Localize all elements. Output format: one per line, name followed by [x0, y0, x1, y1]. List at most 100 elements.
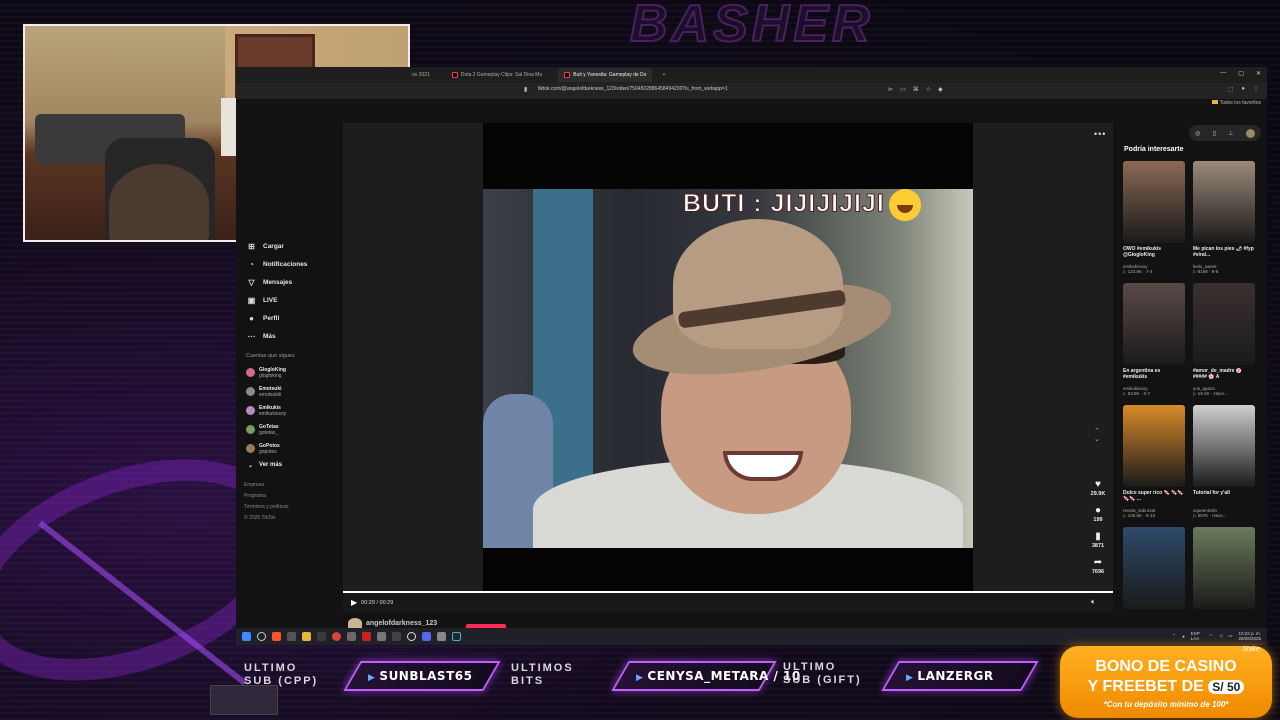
- share-icon[interactable]: ➦: [1087, 557, 1109, 569]
- last-bits-box: CENYSA_METARA / 10: [611, 661, 801, 691]
- close-button[interactable]: ✕: [1256, 70, 1261, 77]
- avatar[interactable]: [1245, 128, 1255, 138]
- translate-icon[interactable]: ⌘: [913, 86, 919, 93]
- cam-streamer-head: [109, 164, 209, 240]
- recommendation-card[interactable]: [1123, 527, 1185, 609]
- footer-link[interactable]: Programa: [244, 493, 342, 504]
- steam-icon[interactable]: [452, 632, 461, 641]
- recommendation-card[interactable]: Dulce super rico 🍬 🍬🍬🍬🍬 ... receta_sabros…: [1123, 405, 1185, 524]
- app-icon[interactable]: [377, 632, 386, 641]
- app-icon[interactable]: [437, 632, 446, 641]
- recommendation-meta: ▷ 8168 · 8-8: [1193, 269, 1219, 274]
- avatar: [348, 618, 362, 628]
- clock[interactable]: 10:22 p. m. 28/08/2025: [1238, 631, 1261, 641]
- recommendation-card[interactable]: [1193, 527, 1255, 609]
- cast-icon[interactable]: ⊳: [888, 86, 893, 93]
- recommendation-card[interactable]: En argentina es #emikukis emikukissoy ▷ 63…: [1123, 283, 1185, 402]
- following-item[interactable]: Emikukis emikukissoy: [236, 401, 342, 420]
- nav-more[interactable]: ⋯ Más: [236, 327, 342, 345]
- recommendation-card[interactable]: Me pican los pies 🌶 #fyp #viral... leslo_…: [1193, 161, 1255, 280]
- device-icon[interactable]: ▯: [1213, 130, 1216, 137]
- menu-icon[interactable]: ⋮: [1253, 86, 1259, 93]
- new-tab-button[interactable]: +: [662, 72, 665, 78]
- see-more-button[interactable]: ⌄ Ver más: [236, 458, 342, 472]
- extension-icon[interactable]: ◆: [938, 86, 943, 93]
- following-item[interactable]: GoTetas gotetas_: [236, 420, 342, 439]
- wifi-icon[interactable]: ◠: [1209, 633, 1213, 639]
- chrome-icon[interactable]: [332, 632, 341, 641]
- recommendation-thumbnail[interactable]: [1193, 283, 1255, 365]
- bookmarks-bar[interactable]: Todos los favoritos: [1211, 100, 1261, 106]
- folder-icon[interactable]: [302, 632, 311, 641]
- time-display: 00:29 / 00:29: [361, 599, 394, 606]
- recommendation-thumbnail[interactable]: [1193, 527, 1255, 609]
- video-frame[interactable]: BUTI : JIJIJIJIJI: [483, 189, 973, 548]
- nav-notifications[interactable]: ◔ Notificaciones: [236, 255, 342, 273]
- chevron-up-icon[interactable]: ⌃: [1172, 633, 1176, 639]
- browser-tab[interactable]: Dota 2 Gameplay Clips: Sal Dina Mo: [446, 68, 548, 82]
- app-icon[interactable]: [347, 632, 356, 641]
- nav-messages[interactable]: ▽ Mensajes: [236, 273, 342, 291]
- nav-live[interactable]: ▣ LIVE: [236, 291, 342, 309]
- recommendation-card[interactable]: OWO #emikukis @GlogloKing emikukissoy ▷ 12…: [1123, 161, 1185, 280]
- recommendation-thumbnail[interactable]: [1193, 405, 1255, 487]
- window-controls: — ▢ ✕: [1220, 70, 1261, 77]
- progress-bar[interactable]: [343, 591, 1113, 593]
- obs-icon[interactable]: [407, 632, 416, 641]
- casino-promo-banner[interactable]: Stake BONO DE CASINO Y FREEBET DE S/ 50 …: [1060, 646, 1272, 718]
- recommendation-thumbnail[interactable]: [1123, 283, 1185, 365]
- footer-link[interactable]: Empresa: [244, 482, 342, 493]
- mic-icon[interactable]: ●: [1182, 634, 1185, 639]
- brand-watermark: BASHER: [629, 0, 874, 54]
- windows-start-icon[interactable]: [242, 632, 251, 641]
- last-sub-gift-label: ULTIMO SUB (GIFT): [783, 661, 862, 686]
- more-options-icon[interactable]: •••: [1094, 129, 1106, 139]
- bookmark-icon[interactable]: ▮: [524, 86, 527, 93]
- screen-icon[interactable]: ▭: [900, 86, 906, 93]
- recommendation-thumbnail[interactable]: [1123, 161, 1185, 243]
- lang-indicator[interactable]: ESP LAA: [1191, 631, 1203, 641]
- battery-icon[interactable]: ▭: [1228, 633, 1232, 639]
- speaker-icon[interactable]: ◁: [1219, 633, 1222, 639]
- following-item[interactable]: Emotsuki emotsukiii: [236, 382, 342, 401]
- extensions-icon[interactable]: ⬚: [1228, 86, 1234, 93]
- brave-icon[interactable]: [272, 632, 281, 641]
- app-icon[interactable]: [362, 632, 371, 641]
- maximize-button[interactable]: ▢: [1238, 70, 1244, 77]
- minimize-button[interactable]: —: [1220, 70, 1226, 77]
- app-icon[interactable]: [287, 632, 296, 641]
- footer-link[interactable]: Términos y políticas: [244, 504, 342, 515]
- chevron-up-icon[interactable]: ⌃: [1094, 427, 1100, 435]
- coin-icon[interactable]: ◎: [1195, 130, 1200, 137]
- profile-icon[interactable]: ●: [1241, 86, 1245, 93]
- recommendation-card[interactable]: Tutorial for y'all xqueenkolin ▷ 567K · Ha…: [1193, 405, 1255, 524]
- play-icon[interactable]: ▶: [351, 598, 357, 607]
- chevron-down-icon[interactable]: ⌄: [1094, 435, 1100, 443]
- app-icon[interactable]: [317, 632, 326, 641]
- discord-icon[interactable]: [422, 632, 431, 641]
- url-text[interactable]: tiktok.com/@angelofdarkness_123/video/75…: [538, 86, 728, 92]
- send-icon[interactable]: ⊥: [1228, 130, 1233, 137]
- following-item[interactable]: GoPotos gopotos: [236, 439, 342, 458]
- comment-icon[interactable]: ●: [1087, 505, 1109, 517]
- heart-icon[interactable]: ♥: [1087, 479, 1109, 491]
- video-player[interactable]: BUTI : JIJIJIJIJI ••• ⌃ ⌄ ♥ 29.9K ● 199 …: [343, 123, 1113, 613]
- volume-icon[interactable]: 🔈︎: [1091, 597, 1096, 607]
- app-icon[interactable]: [392, 632, 401, 641]
- bookmark-icon[interactable]: ▮: [1087, 531, 1109, 543]
- browser-tab-active[interactable]: Buti y Yanesita: Gameplay de Do: [558, 68, 653, 82]
- star-icon[interactable]: ☆: [926, 86, 931, 93]
- recommendation-thumbnail[interactable]: [1123, 527, 1185, 609]
- recommendation-thumbnail[interactable]: [1193, 161, 1255, 243]
- browser-tab[interactable]: os 2021: [406, 68, 436, 82]
- recommendation-thumbnail[interactable]: [1123, 405, 1185, 487]
- avatar: [246, 425, 255, 434]
- folder-icon: [1211, 100, 1218, 104]
- video-author[interactable]: angelofdarkness_123: [348, 618, 437, 628]
- search-icon[interactable]: [257, 632, 266, 641]
- recommendation-card[interactable]: #amor_de_madre 🌸 ##### 🌸 Ayos_apaza ▷ 19.…: [1193, 283, 1255, 402]
- nav-upload[interactable]: ⊞ Cargar: [236, 237, 342, 255]
- recommendation-meta: ▷ 123.8K · 7-4: [1123, 269, 1153, 274]
- following-item[interactable]: GlogloKing glogloking: [236, 363, 342, 382]
- nav-profile[interactable]: ● Perfil: [236, 309, 342, 327]
